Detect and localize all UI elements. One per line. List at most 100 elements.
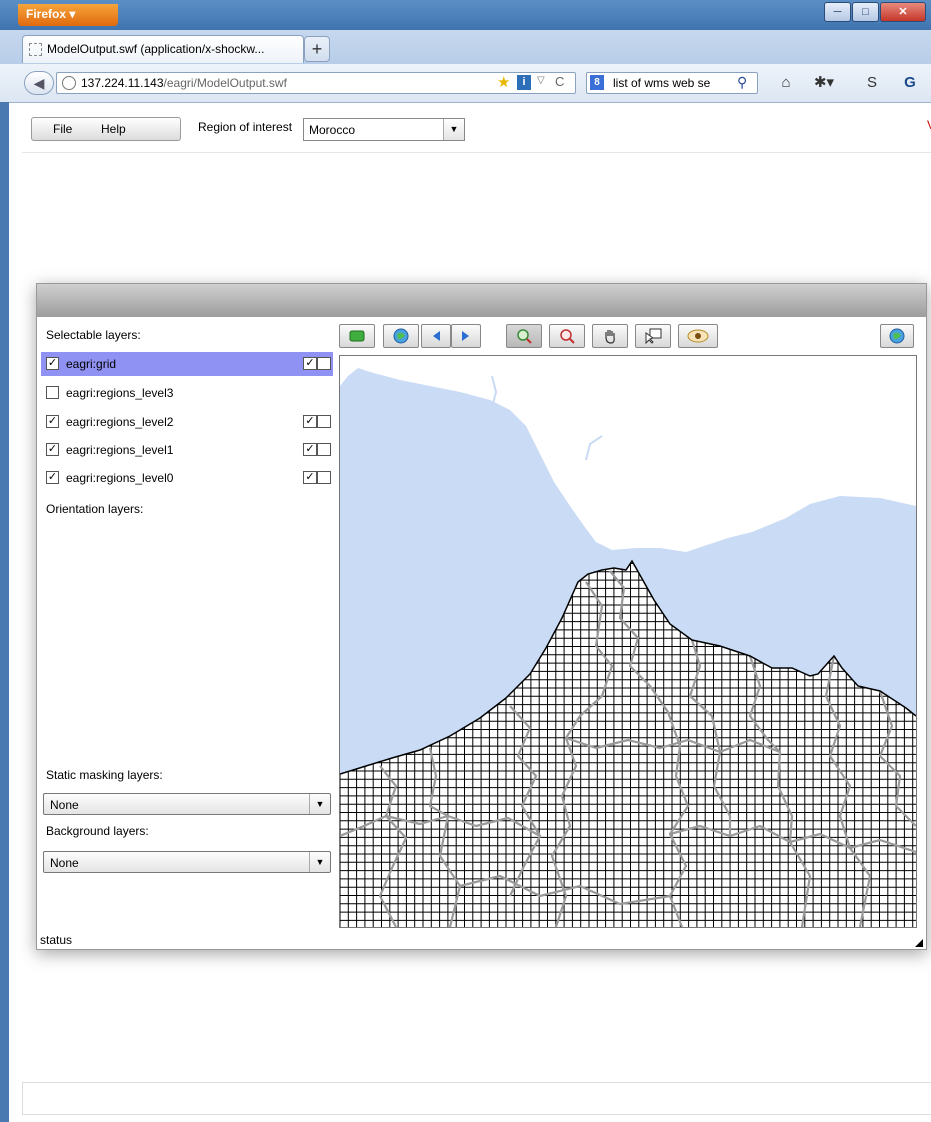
refresh-map-button[interactable] <box>880 324 914 348</box>
layer-name: eagri:grid <box>66 357 117 371</box>
map-image[interactable] <box>340 356 916 927</box>
site-identity-icon[interactable] <box>62 76 76 90</box>
url-path: /eagri/ModelOutput.swf <box>163 76 287 90</box>
url-bar[interactable]: 137.224.11.143/eagri/ModelOutput.swf ★ i… <box>56 72 576 94</box>
firefox-menu-button[interactable]: Firefox ▾ <box>18 4 118 26</box>
window-left-border <box>0 102 9 1122</box>
layer-name: eagri:regions_level2 <box>66 415 174 429</box>
menu-help[interactable]: Help <box>101 122 126 136</box>
map-canvas[interactable] <box>339 355 917 928</box>
opacity-checkbox[interactable] <box>317 471 331 484</box>
layer-row[interactable]: eagri:regions_level3 <box>41 381 333 405</box>
map-window-header[interactable] <box>37 284 926 317</box>
bookmark-star-icon[interactable]: ★ <box>497 73 510 91</box>
opacity-checkbox[interactable] <box>317 415 331 428</box>
addon-menu-icon[interactable]: ✱▾ <box>808 72 840 94</box>
pan-hand-icon <box>605 330 615 344</box>
map-window: Selectable layers: ✓ eagri:grid ✓ eagri:reg… <box>36 283 927 950</box>
browser-tab[interactable]: ModelOutput.swf (application/x-shockw... <box>22 35 304 63</box>
selectable-layers-title: Selectable layers: <box>46 328 141 342</box>
layer-visibility-toggle[interactable]: ✓ <box>303 415 333 428</box>
gm-extension-icon[interactable]: G <box>899 72 921 94</box>
menu-file[interactable]: File <box>53 122 72 136</box>
close-window-button[interactable]: ✕ <box>880 2 926 22</box>
layer-row[interactable]: ✓ eagri:regions_level1 ✓ <box>41 438 333 462</box>
next-extent-button[interactable] <box>451 324 481 348</box>
region-of-interest-select[interactable]: Morocco ▼ <box>303 118 465 141</box>
opacity-checkbox[interactable] <box>317 357 331 370</box>
chevron-down-icon[interactable]: ▼ <box>309 852 330 872</box>
background-layers-value: None <box>50 856 79 870</box>
region-of-interest-label: Region of interest <box>198 120 293 134</box>
home-icon[interactable]: ⌂ <box>775 72 797 94</box>
chevron-down-icon[interactable]: ▼ <box>443 119 464 140</box>
zoom-in-icon <box>517 329 532 344</box>
navigation-bar: ◀ 137.224.11.143/eagri/ModelOutput.swf ★… <box>0 64 931 103</box>
layer-name: eagri:regions_level3 <box>66 386 174 400</box>
visibility-checkbox[interactable]: ✓ <box>303 357 317 370</box>
layer-visibility-toggle[interactable]: ✓ <box>303 357 333 370</box>
background-layers-title: Background layers: <box>46 824 149 838</box>
opacity-checkbox[interactable] <box>317 443 331 456</box>
tab-title: ModelOutput.swf (application/x-shockw... <box>47 42 265 56</box>
orientation-layers-title: Orientation layers: <box>46 502 144 516</box>
layer-name: eagri:regions_level1 <box>66 443 174 457</box>
identify-icon <box>645 328 662 345</box>
url-text: 137.224.11.143/eagri/ModelOutput.swf <box>81 76 287 90</box>
search-icon[interactable]: ⚲ <box>737 74 747 91</box>
bottom-frame <box>22 1082 931 1115</box>
refresh-globe-icon <box>889 328 905 344</box>
pan-button[interactable] <box>592 324 628 348</box>
layer-checkbox[interactable] <box>46 386 59 399</box>
new-tab-button[interactable]: + <box>304 36 330 62</box>
menu-bar: File Help <box>31 117 181 141</box>
url-host: 137.224.11.143 <box>81 76 164 90</box>
resize-grip-icon[interactable] <box>915 939 923 947</box>
region-select-value: Morocco <box>309 123 356 137</box>
static-masking-select[interactable]: None ▼ <box>43 793 331 815</box>
eye-icon <box>687 329 709 343</box>
visibility-checkbox[interactable]: ✓ <box>303 415 317 428</box>
layer-checkbox[interactable]: ✓ <box>46 471 59 484</box>
minimize-button[interactable]: ─ <box>824 2 851 22</box>
search-bar[interactable]: 8 list of wms web se ⚲ <box>586 72 758 94</box>
visibility-checkbox[interactable]: ✓ <box>303 471 317 484</box>
layer-row[interactable]: ✓ eagri:grid ✓ <box>41 352 333 376</box>
clipped-right-text: V <box>927 118 931 132</box>
info-icon[interactable]: i <box>517 75 531 90</box>
visibility-checkbox[interactable]: ✓ <box>303 443 317 456</box>
status-bar-text: status <box>40 933 73 947</box>
previous-extent-button[interactable] <box>421 324 451 348</box>
s-extension-icon[interactable]: S <box>861 72 883 94</box>
full-extent-button[interactable] <box>383 324 419 348</box>
tab-favicon-icon <box>29 43 42 56</box>
layer-visibility-toggle[interactable]: ✓ <box>303 443 333 456</box>
layers-icon <box>349 330 365 342</box>
static-masking-layers-title: Static masking layers: <box>46 768 163 782</box>
background-layers-select[interactable]: None ▼ <box>43 851 331 873</box>
app-top-bar: File Help Region of interest Morocco ▼ <box>22 108 931 153</box>
layer-checkbox[interactable]: ✓ <box>46 443 59 456</box>
back-button[interactable]: ◀ <box>24 71 54 95</box>
zoom-in-button[interactable] <box>506 324 542 348</box>
layer-name: eagri:regions_level0 <box>66 471 174 485</box>
url-history-dropdown-icon[interactable]: ▽ <box>537 75 545 86</box>
layer-checkbox[interactable]: ✓ <box>46 357 59 370</box>
zoom-out-icon <box>560 329 575 344</box>
layer-visibility-toggle[interactable]: ✓ <box>303 471 333 484</box>
maximize-button[interactable]: □ <box>852 2 879 22</box>
forward-arrow-icon <box>462 331 469 341</box>
search-input[interactable]: list of wms web se <box>613 76 733 90</box>
identify-button[interactable] <box>635 324 671 348</box>
layer-row[interactable]: ✓ eagri:regions_level2 ✓ <box>41 410 333 434</box>
static-masking-value: None <box>50 798 79 812</box>
chevron-down-icon[interactable]: ▼ <box>309 794 330 814</box>
reload-icon[interactable]: C <box>555 74 564 89</box>
layers-button[interactable] <box>339 324 375 348</box>
google-search-engine-icon[interactable]: 8 <box>590 75 604 90</box>
zoom-out-button[interactable] <box>549 324 585 348</box>
eye-button[interactable] <box>678 324 718 348</box>
back-arrow-icon <box>433 331 440 341</box>
layer-row[interactable]: ✓ eagri:regions_level0 ✓ <box>41 466 333 490</box>
layer-checkbox[interactable]: ✓ <box>46 415 59 428</box>
